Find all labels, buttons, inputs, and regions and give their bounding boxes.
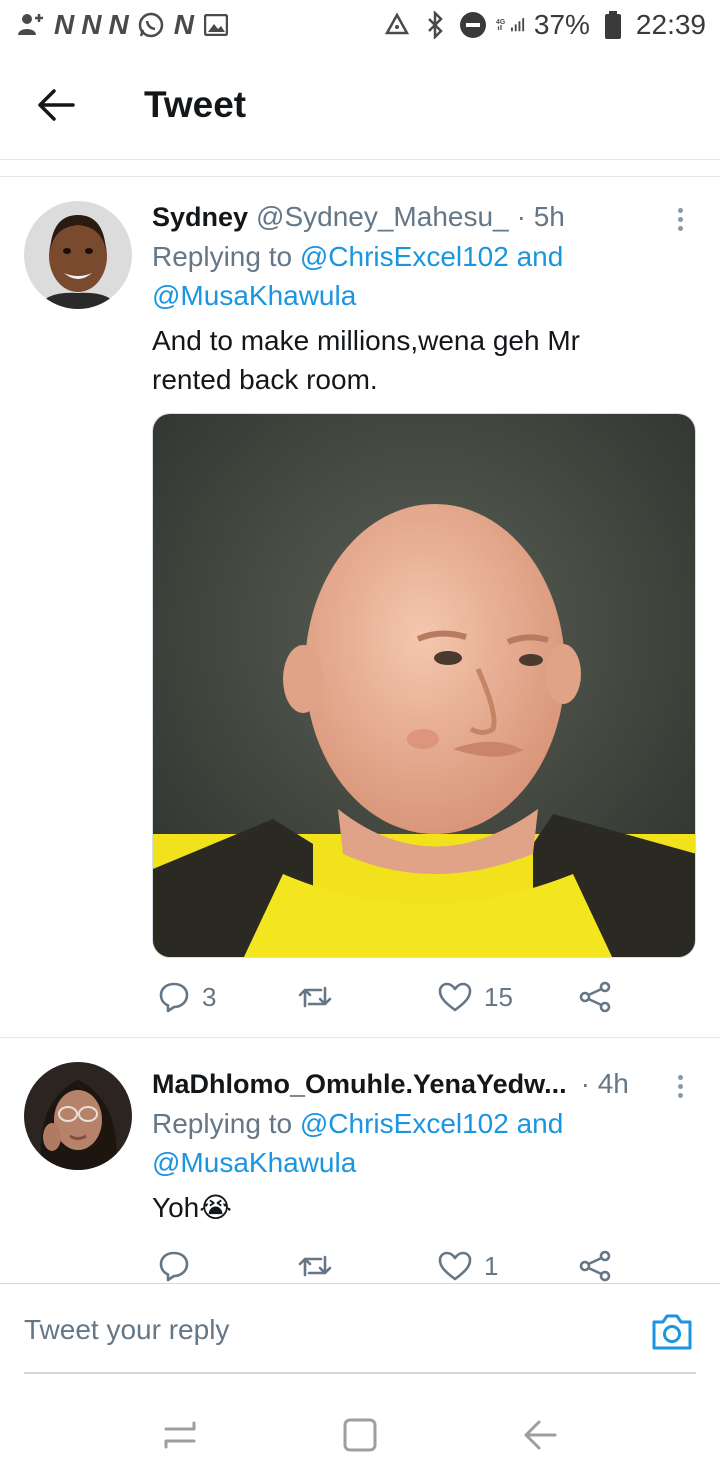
camera-icon bbox=[652, 1314, 692, 1350]
camera-button[interactable] bbox=[650, 1312, 694, 1352]
battery-icon bbox=[598, 10, 628, 40]
notification-letter: N bbox=[81, 9, 101, 40]
mention-link[interactable]: @ChrisExcel102 bbox=[300, 241, 509, 272]
tweet-meta: Sydney @Sydney_Mahesu_ · 5h bbox=[152, 197, 696, 237]
tweet-time: · 5h bbox=[516, 201, 565, 232]
reply-icon bbox=[159, 982, 189, 1013]
tweet-text-line: rented back room. bbox=[152, 364, 378, 395]
like-count: 1 bbox=[484, 1250, 499, 1281]
app-header: Tweet bbox=[0, 50, 720, 160]
more-options-button[interactable] bbox=[665, 1066, 695, 1106]
back-nav-button[interactable] bbox=[510, 1405, 570, 1465]
battery-percent: 37% bbox=[533, 9, 590, 40]
back-arrow-icon bbox=[524, 1420, 557, 1450]
replying-to: Replying to @ChrisExcel102 and @MusaKhaw… bbox=[152, 1104, 696, 1182]
status-bar: N N N N 4G 37% 22:39 bbox=[0, 0, 720, 50]
status-bar-left: N N N N bbox=[16, 9, 231, 41]
input-underline bbox=[24, 1372, 696, 1374]
signal-icon: 4G bbox=[496, 10, 526, 40]
arrow-left-icon bbox=[38, 88, 75, 121]
like-button[interactable]: 1 bbox=[438, 1246, 498, 1283]
more-dot bbox=[677, 1092, 683, 1098]
share-icon bbox=[579, 1250, 611, 1282]
home-icon bbox=[343, 1418, 377, 1452]
tweet-actions: 3 15 bbox=[152, 977, 622, 1017]
author-handle[interactable]: @Sydney_Mahesu_ bbox=[256, 197, 509, 237]
more-options-button[interactable] bbox=[665, 199, 695, 239]
do-not-disturb-icon bbox=[458, 10, 488, 40]
notification-letter: N bbox=[173, 9, 194, 40]
replying-and: and bbox=[516, 241, 564, 272]
recycle-icon bbox=[382, 10, 412, 40]
reply-button[interactable]: 3 bbox=[158, 977, 216, 1017]
tweet-actions: 1 bbox=[152, 1246, 622, 1283]
share-icon bbox=[579, 981, 611, 1013]
status-time: 22:39 bbox=[635, 9, 706, 40]
more-dot bbox=[677, 225, 683, 231]
mention-link[interactable]: @MusaKhawula bbox=[152, 280, 356, 311]
reply-count: 3 bbox=[202, 981, 217, 1012]
author-name[interactable]: MaDhlomo_Omuhle.YenaYedw... bbox=[152, 1064, 567, 1104]
tweet-text-line: Yoh bbox=[152, 1192, 200, 1223]
reply-icon bbox=[159, 1251, 189, 1282]
home-button[interactable] bbox=[330, 1405, 390, 1465]
page-title: Tweet bbox=[144, 83, 247, 125]
tweet[interactable]: Sydney @Sydney_Mahesu_ · 5h Replying to … bbox=[0, 177, 720, 1037]
replying-prefix: Replying to bbox=[152, 241, 293, 272]
more-dot bbox=[677, 207, 683, 213]
share-button[interactable] bbox=[578, 977, 612, 1017]
notification-letter: N bbox=[108, 9, 128, 40]
tweet-body: MaDhlomo_Omuhle.YenaYedw... · 4h Replyin… bbox=[152, 1064, 696, 1227]
status-bar-right: 4G 37% 22:39 bbox=[382, 9, 706, 41]
crying-emoji: 😭 bbox=[199, 1192, 232, 1223]
retweet-icon bbox=[298, 1255, 332, 1277]
notification-letter: N bbox=[54, 9, 74, 40]
tweet-text: Yoh😭 bbox=[152, 1188, 696, 1227]
more-dot bbox=[677, 1083, 683, 1089]
bluetooth-icon bbox=[420, 10, 450, 40]
mention-link[interactable]: @ChrisExcel102 bbox=[300, 1108, 509, 1139]
more-dot bbox=[677, 1074, 683, 1080]
add-user-icon bbox=[16, 10, 46, 40]
tweet-time: · 4h bbox=[580, 1068, 629, 1099]
share-button[interactable] bbox=[578, 1246, 612, 1283]
gallery-icon bbox=[201, 10, 231, 40]
tweet-body: Sydney @Sydney_Mahesu_ · 5h Replying to … bbox=[152, 197, 696, 399]
recent-apps-button[interactable] bbox=[150, 1405, 210, 1465]
tweet-text: And to make millions,wena geh Mr rented … bbox=[152, 321, 696, 399]
replying-prefix: Replying to bbox=[152, 1108, 293, 1139]
retweet-icon bbox=[298, 986, 332, 1008]
tweet-photo[interactable] bbox=[152, 413, 696, 958]
retweet-button[interactable] bbox=[297, 977, 345, 1017]
tweet-text-line: And to make millions,wena geh Mr bbox=[152, 325, 580, 356]
back-button[interactable] bbox=[26, 75, 86, 135]
like-count: 15 bbox=[484, 981, 513, 1012]
system-nav-bar bbox=[0, 1390, 720, 1480]
replying-to: Replying to @ChrisExcel102 and @MusaKhaw… bbox=[152, 237, 696, 315]
retweet-button[interactable] bbox=[297, 1246, 345, 1283]
mention-link[interactable]: @MusaKhawula bbox=[152, 1147, 356, 1178]
heart-icon bbox=[438, 1251, 472, 1281]
more-dot bbox=[677, 216, 683, 222]
reply-composer: Tweet your reply bbox=[0, 1283, 720, 1375]
author-name[interactable]: Sydney bbox=[152, 197, 248, 237]
like-button[interactable]: 15 bbox=[438, 977, 513, 1017]
avatar[interactable] bbox=[24, 1062, 132, 1170]
tweet-meta: MaDhlomo_Omuhle.YenaYedw... · 4h bbox=[152, 1064, 696, 1104]
reply-input[interactable]: Tweet your reply bbox=[24, 1314, 229, 1346]
replying-and: and bbox=[516, 1108, 564, 1139]
reply-button[interactable] bbox=[158, 1246, 202, 1283]
svg-text:4G: 4G bbox=[496, 19, 505, 26]
avatar[interactable] bbox=[24, 201, 132, 309]
recent-apps-icon bbox=[164, 1421, 196, 1449]
whatsapp-icon bbox=[136, 10, 166, 40]
tweet[interactable]: MaDhlomo_Omuhle.YenaYedw... · 4h Replyin… bbox=[0, 1038, 720, 1283]
heart-icon bbox=[438, 982, 472, 1012]
